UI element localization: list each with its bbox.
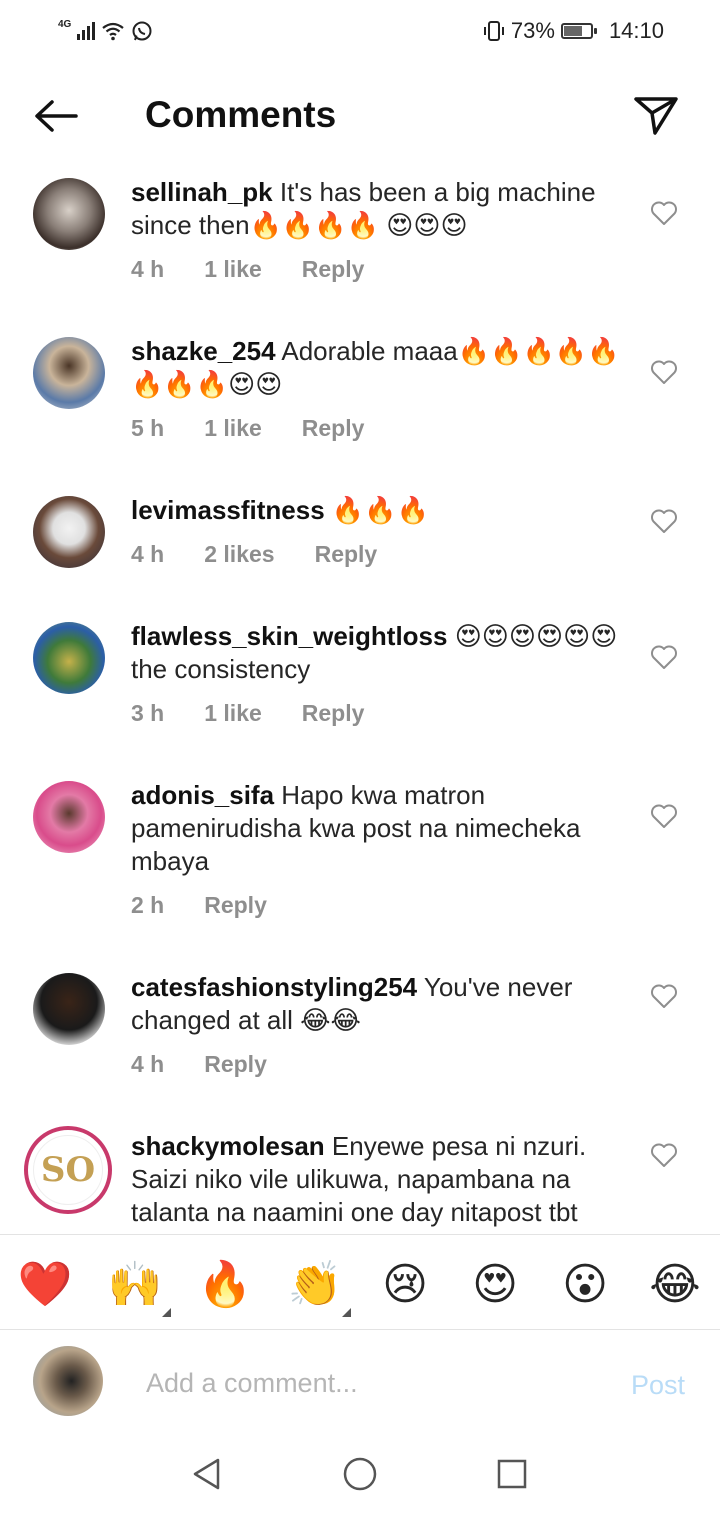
avatar[interactable]: [33, 496, 105, 568]
comment-username[interactable]: shackymolesan: [131, 1131, 325, 1161]
reply-button[interactable]: Reply: [204, 1051, 267, 1078]
status-left: 4G: [58, 16, 153, 46]
comment-time: 4 h: [131, 541, 165, 567]
raising-hands-emoji[interactable]: 🙌: [107, 1257, 171, 1317]
clapping-hands-emoji[interactable]: 👏: [287, 1257, 351, 1317]
nav-back-icon[interactable]: [190, 1456, 224, 1492]
red-heart-emoji[interactable]: ❤️: [17, 1257, 73, 1313]
avatar[interactable]: SO: [24, 1126, 112, 1214]
heart-icon[interactable]: [650, 803, 678, 829]
crying-face-emoji[interactable]: 😢: [377, 1257, 433, 1313]
battery-icon: [560, 23, 597, 39]
comment-list[interactable]: sellinah_pk It's has been a big machine …: [0, 168, 720, 1234]
comment-username[interactable]: catesfashionstyling254: [131, 972, 417, 1002]
comment-meta: 4 h 1 like Reply: [131, 256, 620, 283]
comment-meta: 5 h 1 like Reply: [131, 415, 620, 442]
heart-icon[interactable]: [650, 359, 678, 385]
comment-meta: 2 h Reply: [131, 892, 620, 919]
comment-likes[interactable]: 1 like: [204, 700, 262, 727]
comment-username[interactable]: levimassfitness: [131, 495, 325, 525]
comment-meta: 4 h Reply: [131, 1051, 620, 1078]
heart-icon[interactable]: [650, 983, 678, 1009]
heart-icon[interactable]: [650, 1142, 678, 1168]
comment-time: 3 h: [131, 700, 165, 726]
signal-icon: [77, 22, 96, 40]
system-nav-bar: [0, 1434, 720, 1520]
vibrate-icon: [483, 21, 504, 41]
brand-logo: SO: [33, 1135, 103, 1205]
comment-username[interactable]: adonis_sifa: [131, 780, 274, 810]
nav-home-icon[interactable]: [342, 1456, 378, 1492]
comment-time: 5 h: [131, 415, 165, 441]
header: Comments: [0, 64, 720, 168]
comment-username[interactable]: shazke_254: [131, 336, 276, 366]
comment-item: shazke_254 Adorable maaa🔥🔥🔥🔥🔥🔥🔥🔥😍😍 5 h1 …: [0, 327, 720, 486]
battery-percent: 73%: [510, 18, 555, 43]
comment-likes[interactable]: 2 likes: [204, 541, 274, 568]
comment-item: adonis_sifa Hapo kwa matron pamenirudish…: [0, 771, 720, 963]
reply-button[interactable]: Reply: [302, 415, 365, 442]
comment-item: catesfashionstyling254 You've never chan…: [0, 963, 720, 1122]
comment-text: 🔥🔥🔥: [331, 495, 430, 525]
comment-likes[interactable]: 1 like: [204, 256, 262, 283]
status-bar: 4G 73% 14:10: [0, 0, 720, 64]
reply-button[interactable]: Reply: [302, 700, 365, 727]
direct-message-icon[interactable]: [632, 94, 680, 138]
comment-composer: Post: [0, 1330, 720, 1434]
status-right: 73% 14:10: [483, 16, 664, 46]
comment-meta: 4 h 2 likes Reply: [131, 541, 620, 568]
avatar[interactable]: [33, 622, 105, 694]
comment-time: 2 h: [131, 892, 165, 918]
emoji-quick-bar: ❤️ 🙌 🔥 👏 😢 😍 😮 😂: [0, 1234, 720, 1330]
tears-of-joy-emoji[interactable]: 😂: [647, 1257, 703, 1313]
avatar[interactable]: [33, 973, 105, 1045]
comment-username[interactable]: sellinah_pk: [131, 177, 273, 207]
fire-emoji[interactable]: 🔥: [197, 1257, 253, 1313]
back-arrow-icon[interactable]: [30, 94, 82, 138]
reply-button[interactable]: Reply: [315, 541, 378, 568]
heart-icon[interactable]: [650, 644, 678, 670]
comment-item: SO shackymolesan Enyewe pesa ni nzuri. S…: [0, 1122, 720, 1234]
skin-tone-indicator: [162, 1308, 171, 1317]
wifi-icon: [102, 22, 125, 41]
avatar[interactable]: [33, 178, 105, 250]
comment-input[interactable]: [144, 1360, 588, 1406]
heart-icon[interactable]: [650, 200, 678, 226]
post-button[interactable]: Post: [631, 1370, 685, 1401]
reply-button[interactable]: Reply: [302, 256, 365, 283]
page-title: Comments: [145, 94, 337, 135]
comment-time: 4 h: [131, 256, 165, 282]
my-avatar: [33, 1346, 103, 1416]
comment-item: flawless_skin_weightloss 😍😍😍😍😍😍the consi…: [0, 612, 720, 771]
avatar[interactable]: [33, 337, 105, 409]
avatar[interactable]: [33, 781, 105, 853]
comment-username[interactable]: flawless_skin_weightloss: [131, 621, 447, 651]
skin-tone-indicator: [342, 1308, 351, 1317]
nav-recents-icon[interactable]: [496, 1458, 528, 1490]
clock: 14:10: [608, 18, 664, 43]
comment-meta: 3 h 1 like Reply: [131, 700, 620, 727]
reply-button[interactable]: Reply: [204, 892, 267, 919]
whatsapp-icon: [132, 21, 152, 41]
heart-icon[interactable]: [650, 508, 678, 534]
surprised-face-emoji[interactable]: 😮: [557, 1257, 613, 1313]
comment-item: sellinah_pk It's has been a big machine …: [0, 168, 720, 327]
comment-item: levimassfitness 🔥🔥🔥 4 h 2 likes Reply: [0, 486, 720, 612]
comment-likes[interactable]: 1 like: [204, 415, 262, 442]
comment-time: 4 h: [131, 1051, 165, 1077]
battery-level: [563, 26, 583, 36]
network-type: 4G: [58, 18, 72, 30]
heart-eyes-emoji[interactable]: 😍: [467, 1257, 523, 1313]
